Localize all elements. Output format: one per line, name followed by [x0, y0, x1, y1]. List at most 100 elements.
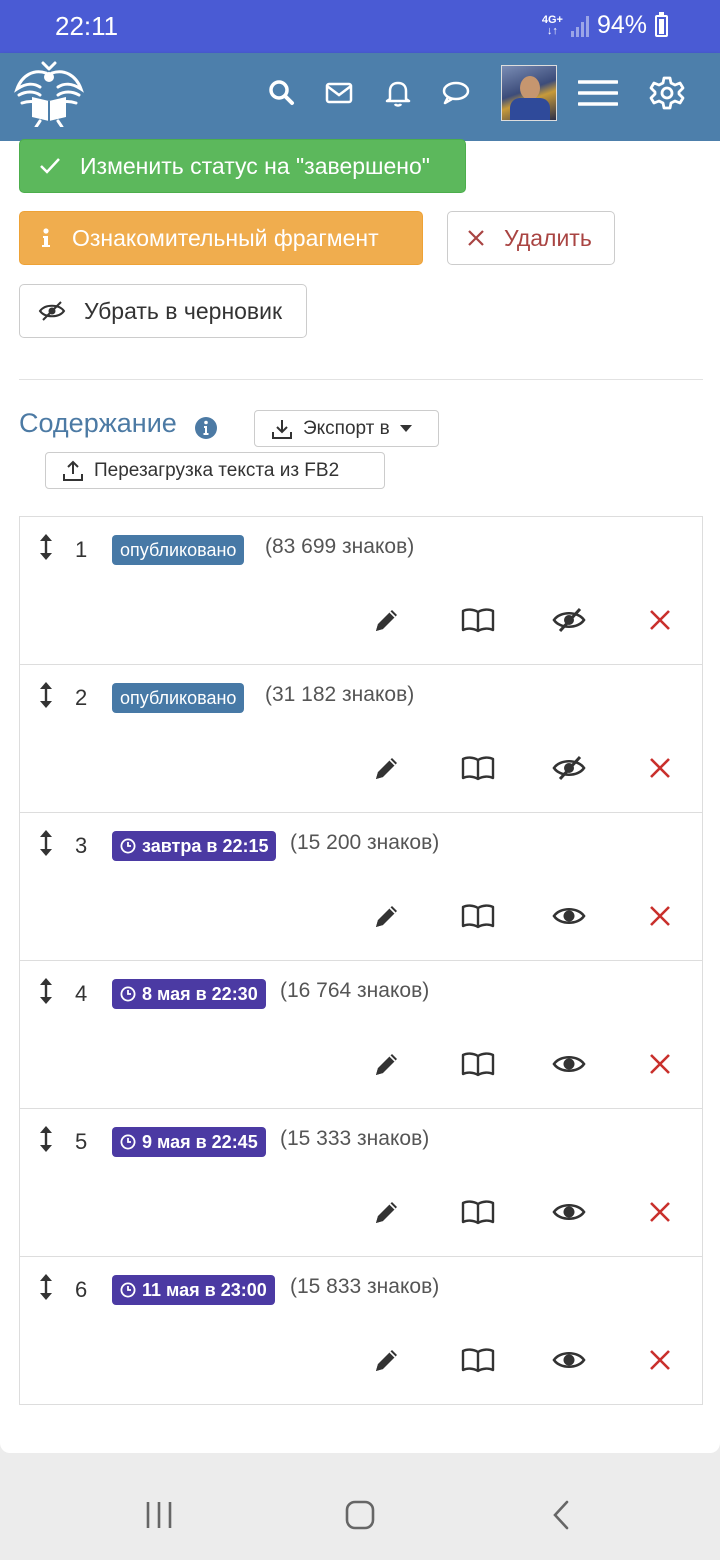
chapter-status-badge: опубликовано [112, 535, 245, 565]
delete-button[interactable]: Удалить [447, 211, 615, 265]
chapter-char-count: (15 333 знаков) [280, 1127, 430, 1150]
move-to-draft-label: Убрать в черновик [84, 297, 283, 324]
close-icon [648, 1052, 672, 1076]
hide-chapter-button[interactable] [552, 605, 586, 635]
recent-apps-icon[interactable] [142, 1498, 176, 1532]
eye-slash-icon [552, 607, 586, 633]
chapter-row: 2 опубликовано (31 182 знаков) [19, 664, 703, 812]
chapter-status-text: завтра в 22:15 [142, 835, 269, 856]
read-chapter-button[interactable] [461, 1049, 495, 1079]
complete-status-label: Изменить статус на "завершено" [80, 152, 430, 179]
edit-chapter-button[interactable] [370, 901, 404, 931]
pencil-icon [372, 1049, 402, 1079]
chapter-char-count: (16 764 знаков) [280, 979, 430, 1002]
drag-handle-icon[interactable] [37, 1273, 55, 1301]
network-type-icon: 4G+ ↓↑ [541, 13, 563, 37]
show-chapter-button[interactable] [552, 1197, 586, 1227]
show-chapter-button[interactable] [552, 1049, 586, 1079]
export-dropdown-button[interactable]: Экспорт в [254, 410, 439, 447]
battery-percent: 94% [596, 11, 647, 39]
clock-icon [120, 838, 136, 854]
chapter-status-text: 9 мая в 22:45 [142, 1131, 258, 1152]
reload-fb2-button[interactable]: Перезагрузка текста из FB2 [45, 452, 385, 489]
logo-icon[interactable] [14, 61, 84, 127]
divider [19, 379, 703, 380]
edit-chapter-button[interactable] [370, 1345, 404, 1375]
complete-status-button[interactable]: Изменить статус на "завершено" [19, 139, 466, 193]
delete-label: Удалить [504, 224, 592, 251]
back-icon[interactable] [545, 1498, 579, 1532]
edit-chapter-button[interactable] [370, 1197, 404, 1227]
chapter-char-count: (15 200 знаков) [290, 831, 440, 854]
read-chapter-button[interactable] [461, 753, 495, 783]
chat-icon[interactable] [440, 77, 472, 109]
eye-icon [552, 1348, 586, 1372]
drag-handle-icon[interactable] [37, 829, 55, 857]
search-icon[interactable] [266, 77, 298, 109]
book-icon [461, 902, 495, 930]
hide-chapter-button[interactable] [552, 753, 586, 783]
book-icon [461, 1346, 495, 1374]
preview-fragment-button[interactable]: Ознакомительный фрагмент [19, 211, 423, 265]
chapter-number: 5 [75, 1129, 88, 1154]
clock-icon [120, 986, 136, 1002]
content-card: Изменить статус на "завершено" Ознакомит… [0, 139, 720, 1453]
chapter-row: 1 опубликовано (83 699 знаков) [19, 516, 703, 664]
show-chapter-button[interactable] [552, 901, 586, 931]
chapter-status-text: 8 мая в 22:30 [142, 983, 258, 1004]
chapter-status-badge: опубликовано [112, 683, 245, 713]
chapter-row: 5 9 мая в 22:45 (15 333 знаков) [19, 1108, 703, 1256]
chapter-row: 4 8 мая в 22:30 (16 764 знаков) [19, 960, 703, 1108]
show-chapter-button[interactable] [552, 1345, 586, 1375]
delete-chapter-button[interactable] [643, 1345, 677, 1375]
delete-chapter-button[interactable] [643, 1049, 677, 1079]
drag-handle-icon[interactable] [37, 1125, 55, 1153]
chapter-status-text: 11 мая в 23:00 [142, 1279, 267, 1300]
chapter-number: 2 [75, 685, 88, 710]
book-icon [461, 754, 495, 782]
read-chapter-button[interactable] [461, 605, 495, 635]
drag-handle-icon[interactable] [37, 977, 55, 1005]
drag-handle-icon[interactable] [37, 681, 55, 709]
contents-title: Содержание [19, 408, 177, 438]
chapter-char-count: (83 699 знаков) [265, 535, 415, 558]
chapter-char-count: (15 833 знаков) [290, 1275, 440, 1298]
delete-chapter-button[interactable] [643, 753, 677, 783]
info-circle-icon[interactable] [194, 416, 218, 440]
delete-chapter-button[interactable] [643, 605, 677, 635]
book-icon [461, 1050, 495, 1078]
drag-handle-icon[interactable] [37, 533, 55, 561]
edit-chapter-button[interactable] [370, 1049, 404, 1079]
read-chapter-button[interactable] [461, 901, 495, 931]
chapter-number: 1 [75, 537, 88, 562]
chapter-number: 4 [75, 981, 88, 1006]
close-icon [648, 608, 672, 632]
edit-chapter-button[interactable] [370, 605, 404, 635]
chapter-row: 6 11 мая в 23:00 (15 833 знаков) [19, 1256, 703, 1405]
check-icon [40, 158, 60, 174]
edit-chapter-button[interactable] [370, 753, 404, 783]
menu-icon[interactable] [578, 77, 618, 109]
read-chapter-button[interactable] [461, 1197, 495, 1227]
app-navbar [0, 53, 720, 141]
mail-icon[interactable] [323, 77, 355, 109]
move-to-draft-button[interactable]: Убрать в черновик [19, 284, 307, 338]
home-icon[interactable] [343, 1498, 377, 1532]
delete-chapter-button[interactable] [643, 901, 677, 931]
eye-icon [552, 1200, 586, 1224]
avatar[interactable] [501, 65, 557, 121]
preview-fragment-label: Ознакомительный фрагмент [72, 224, 379, 251]
read-chapter-button[interactable] [461, 1345, 495, 1375]
delete-chapter-button[interactable] [643, 1197, 677, 1227]
eye-icon [552, 904, 586, 928]
pencil-icon [372, 1345, 402, 1375]
chapter-status-text: опубликовано [120, 687, 237, 708]
clock-icon [120, 1134, 136, 1150]
status-bar: 22:11 4G+ ↓↑ 94% [0, 0, 720, 53]
status-time: 22:11 [55, 11, 119, 41]
bell-icon[interactable] [382, 77, 414, 109]
gear-icon[interactable] [649, 75, 685, 111]
eye-slash-icon [38, 301, 66, 321]
chapter-number: 3 [75, 833, 88, 858]
close-icon [468, 230, 484, 246]
